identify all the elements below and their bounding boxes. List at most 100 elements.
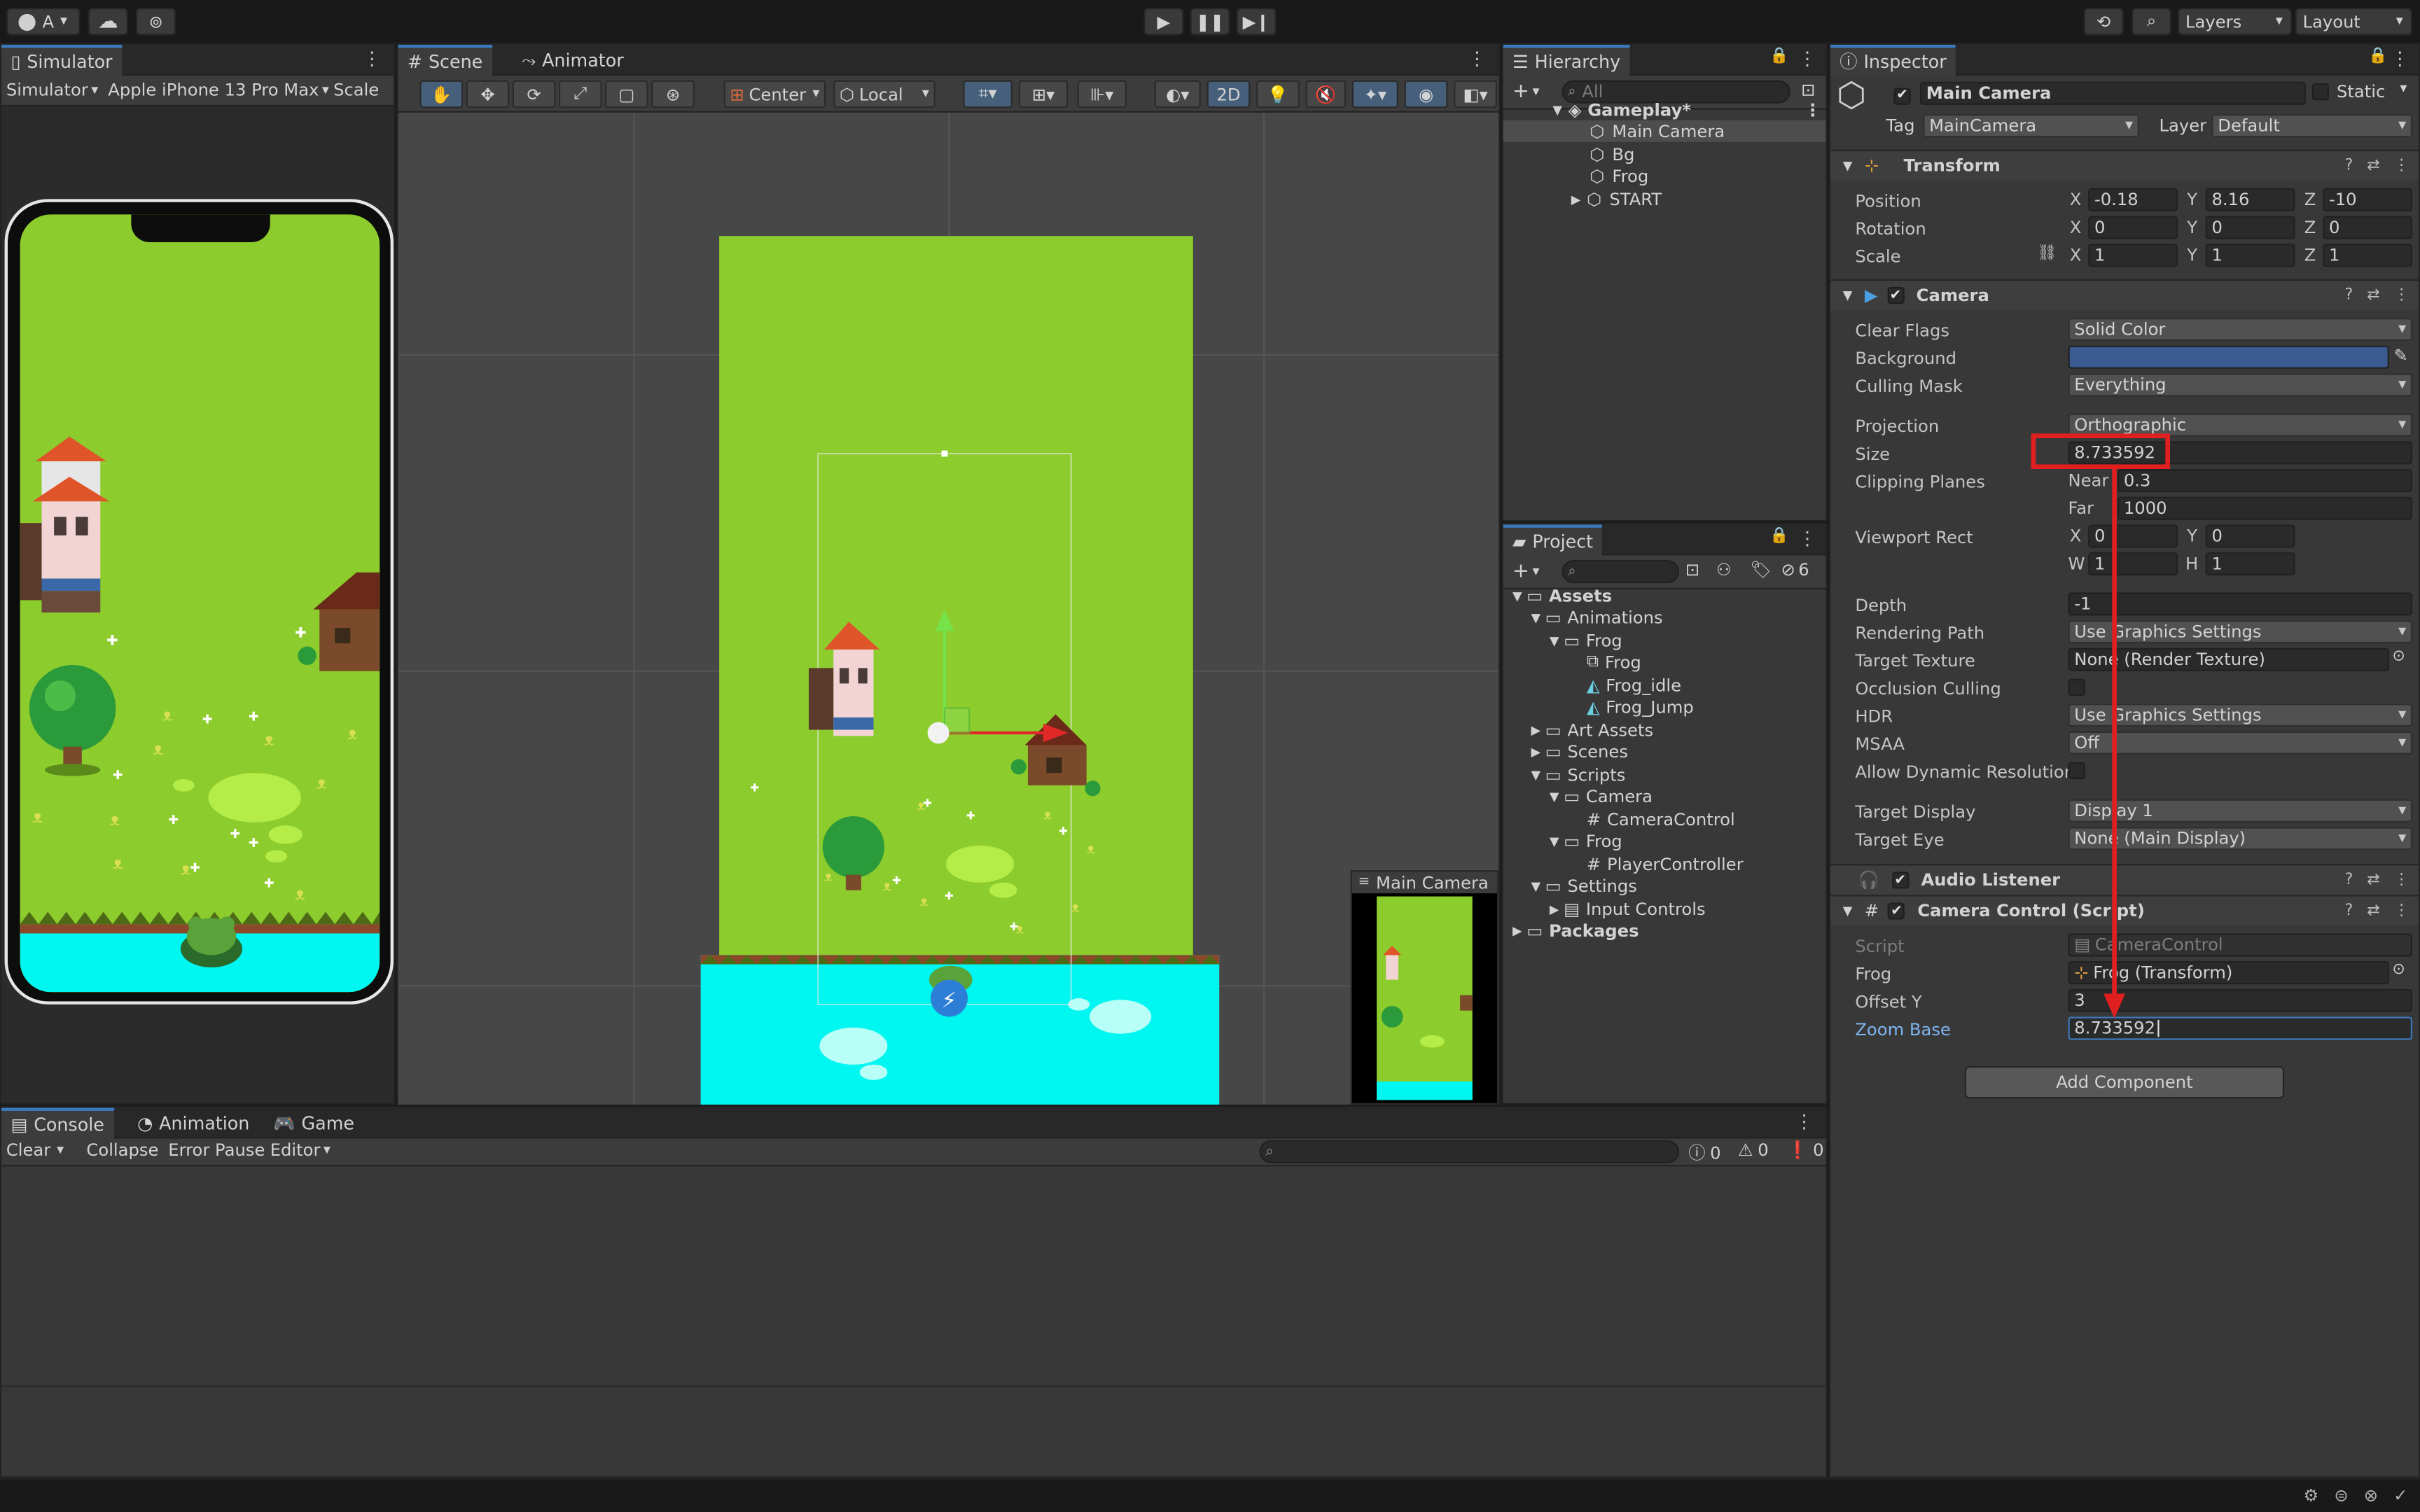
- far-input[interactable]: 1000: [2118, 496, 2413, 520]
- scale-z-input[interactable]: 1: [2323, 244, 2413, 267]
- label-icon[interactable]: 🏷: [1750, 560, 1772, 580]
- console-search-input[interactable]: ⌕: [1259, 1140, 1680, 1163]
- tag-dropdown[interactable]: MainCamera: [1923, 114, 2139, 138]
- history-button[interactable]: ⟲: [2083, 8, 2124, 36]
- tab-animator[interactable]: ⤳ Animator: [513, 45, 633, 76]
- lock-icon[interactable]: 🔒: [1769, 48, 1788, 64]
- debug-icon[interactable]: ⚙: [2304, 1486, 2319, 1506]
- occlusion-culling-checkbox[interactable]: [2068, 678, 2085, 701]
- tree-item-bg[interactable]: ⬡ Bg: [1590, 144, 1634, 165]
- hidden-packages-button[interactable]: ⊘ 6: [1781, 560, 1809, 580]
- preset-icon[interactable]: ⇄: [2367, 902, 2379, 919]
- camera-control-checkbox[interactable]: ✔: [1888, 902, 1905, 920]
- tab-scene[interactable]: # Scene: [398, 44, 492, 76]
- simulator-mode-dropdown[interactable]: Simulator ▾: [6, 80, 98, 101]
- layers-dropdown[interactable]: Layers ▾: [2177, 8, 2293, 36]
- bug-icon[interactable]: ⊗: [2364, 1486, 2378, 1506]
- preset-icon[interactable]: ⇄: [2367, 287, 2379, 304]
- collab-button[interactable]: ⊚: [135, 8, 176, 36]
- more-options-icon[interactable]: ⋮: [1798, 528, 1816, 550]
- move-tool-button[interactable]: ✥: [466, 80, 510, 108]
- cloud-button[interactable]: ☁: [88, 8, 128, 36]
- tree-item-settings[interactable]: ▼ ▭ Settings: [1531, 875, 1636, 897]
- object-picker-icon[interactable]: ⊙: [2392, 961, 2405, 978]
- clear-flags-dropdown[interactable]: Solid Color: [2068, 318, 2413, 342]
- account-dropdown[interactable]: A ▾: [6, 8, 81, 36]
- tree-item-cameracontrol[interactable]: # CameraControl: [1587, 808, 1735, 830]
- tree-item-main-camera[interactable]: ⬡ Main Camera: [1503, 120, 1826, 142]
- project-search-input[interactable]: ⌕: [1562, 560, 1680, 584]
- audio-toggle[interactable]: 🔇: [1305, 80, 1346, 108]
- tab-game[interactable]: 🎮 Game: [264, 1108, 363, 1139]
- editor-dropdown[interactable]: Editor ▾: [270, 1140, 331, 1161]
- transform-header[interactable]: ▼ ⊹ Transform ? ⇄ ⋮: [1830, 149, 2419, 181]
- more-options-icon[interactable]: ⋮: [2394, 872, 2409, 888]
- layer-dropdown[interactable]: Default: [2211, 114, 2413, 138]
- viewport-y-input[interactable]: 0: [2205, 524, 2295, 548]
- rotation-z-input[interactable]: 0: [2323, 216, 2413, 239]
- help-icon[interactable]: ?: [2345, 902, 2353, 919]
- increment-snap-button[interactable]: ⊪▾: [1077, 80, 1127, 108]
- position-x-input[interactable]: -0.18: [2088, 188, 2178, 211]
- preset-icon[interactable]: ⇄: [2367, 158, 2379, 174]
- space-dropdown[interactable]: ⬡ Local ▾: [833, 80, 936, 108]
- camera-component-header[interactable]: ▼ ▶ ✔ Camera ? ⇄ ⋮: [1830, 279, 2419, 311]
- tree-item-frog-jump[interactable]: ◭ Frog_Jump: [1587, 696, 1694, 718]
- network-icon[interactable]: ⊜: [2334, 1486, 2348, 1506]
- pause-button[interactable]: ❚❚: [1190, 8, 1230, 36]
- tree-item-start[interactable]: ▶ ⬡ START: [1571, 188, 1662, 210]
- more-options-icon[interactable]: ⋮: [1798, 48, 1816, 69]
- grid-visibility-button[interactable]: ⊞▾: [1018, 80, 1069, 108]
- tree-item-scenes[interactable]: ▶ ▭ Scenes: [1531, 741, 1628, 762]
- 2d-toggle[interactable]: 2D: [1206, 80, 1251, 108]
- filter-icon[interactable]: ⚇: [1716, 560, 1732, 580]
- help-icon[interactable]: ?: [2345, 287, 2353, 304]
- collapse-button[interactable]: Collapse: [86, 1140, 158, 1161]
- rect-tool-button[interactable]: ▢: [605, 80, 648, 108]
- more-options-icon[interactable]: ⋮: [2394, 158, 2409, 174]
- preset-icon[interactable]: ⇄: [2367, 872, 2379, 888]
- search-button[interactable]: ⌕: [2131, 8, 2172, 36]
- more-options-icon[interactable]: ⋮: [1804, 99, 1821, 120]
- lighting-toggle[interactable]: 💡: [1256, 80, 1300, 108]
- device-dropdown[interactable]: Apple iPhone 13 Pro Max ▾: [108, 80, 329, 101]
- tree-item-scripts[interactable]: ▼ ▭ Scripts: [1531, 764, 1625, 785]
- tree-item-playercontroller[interactable]: # PlayerController: [1587, 853, 1744, 875]
- more-options-icon[interactable]: ⋮: [2391, 48, 2409, 69]
- scale-x-input[interactable]: 1: [2088, 244, 2178, 267]
- dynamic-resolution-checkbox[interactable]: [2068, 762, 2085, 784]
- camera-settings-button[interactable]: ◧▾: [1454, 80, 1497, 108]
- active-checkbox[interactable]: ✔: [1893, 83, 1911, 104]
- more-options-icon[interactable]: ⋮: [2394, 902, 2409, 919]
- layout-dropdown[interactable]: Layout ▾: [2295, 8, 2413, 36]
- warning-count-toggle[interactable]: ⚠ 0: [1738, 1140, 1769, 1161]
- hidden-objects-toggle[interactable]: ◉: [1404, 80, 1448, 108]
- help-icon[interactable]: ?: [2345, 158, 2353, 174]
- tree-item-art-assets[interactable]: ▶ ▭ Art Assets: [1531, 719, 1653, 741]
- background-color-swatch[interactable]: [2068, 345, 2389, 369]
- phone-screen[interactable]: ✚ ✚ ✚ ✚ ✚ ✚ ✚ ✚ ✚ ✚ ᴥ ᴥ ᴥ ᴥ ᴥ ᴥ ᴥ ᴥ ᴥ ᴥ: [20, 214, 380, 993]
- grid-snap-button[interactable]: ⌗▾: [963, 80, 1013, 108]
- tree-item-frog-controller[interactable]: ⧉ Frog: [1587, 651, 1641, 673]
- scale-tool-button[interactable]: ⤢: [558, 80, 602, 108]
- tab-project[interactable]: ▰ Project: [1503, 524, 1603, 556]
- link-scale-icon[interactable]: ⛓: [2037, 245, 2057, 262]
- tree-item-packages[interactable]: ▶ ▭ Packages: [1512, 920, 1639, 941]
- tab-inspector[interactable]: ⓘ Inspector: [1830, 44, 1956, 76]
- tree-item-input-controls[interactable]: ▶ ▤ Input Controls: [1550, 898, 1706, 920]
- tree-item-frog-scripts[interactable]: ▼ ▭ Frog: [1550, 830, 1622, 852]
- pivot-dropdown[interactable]: ⊞ Center ▾: [723, 80, 826, 108]
- lock-icon[interactable]: 🔒: [2368, 48, 2387, 64]
- static-checkbox[interactable]: [2311, 83, 2329, 105]
- tree-item-frog[interactable]: ⬡ Frog: [1590, 165, 1648, 187]
- tree-item-gameplay[interactable]: ▼ ◈ Gameplay* ⋮: [1552, 99, 1827, 120]
- viewport-h-input[interactable]: 1: [2205, 552, 2295, 576]
- near-input[interactable]: 0.3: [2118, 469, 2413, 493]
- rotation-y-input[interactable]: 0: [2205, 216, 2295, 239]
- rotate-tool-button[interactable]: ⟳: [512, 80, 556, 108]
- transform-tool-button[interactable]: ⊛: [651, 80, 695, 108]
- static-dropdown-icon[interactable]: ▾: [2400, 82, 2407, 97]
- rotation-x-input[interactable]: 0: [2088, 216, 2178, 239]
- effects-toggle[interactable]: ✦▾: [1351, 80, 1398, 108]
- camera-enabled-checkbox[interactable]: ✔: [1886, 286, 1905, 304]
